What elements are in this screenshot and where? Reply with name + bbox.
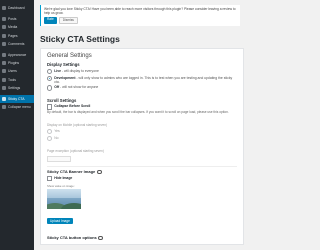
sidebar-item-dashboard[interactable]: Dashboard xyxy=(0,4,34,12)
sidebar-item-tools[interactable]: Tools xyxy=(0,76,34,84)
sidebar-item-label: Comments xyxy=(8,41,25,46)
plugin-icon xyxy=(2,61,6,66)
mobile-display-label: Display on Mobile (optional starting sev… xyxy=(47,122,108,127)
sidebar-item-media[interactable]: Media xyxy=(0,23,34,31)
sidebar-item-label: Settings xyxy=(8,85,21,90)
divider xyxy=(47,165,237,167)
banner-preview-image xyxy=(47,189,81,210)
radio-development[interactable] xyxy=(47,75,53,82)
sidebar-item-sticky-cta[interactable]: Sticky CTA xyxy=(0,94,34,104)
notice-text: We're glad you love Sticky CTA! Have you… xyxy=(44,7,236,15)
radio-off-desc: - will not show for anyone xyxy=(60,85,99,90)
rate-button[interactable]: Rate xyxy=(44,17,57,25)
button-options-title-text: Sticky CTA button options xyxy=(47,235,97,241)
dashboard-icon xyxy=(2,6,6,11)
sidebar-item-label: Media xyxy=(8,25,18,30)
mobile-yes-row[interactable]: Yes xyxy=(47,128,237,135)
button-options-title: Sticky CTA button options xyxy=(47,235,237,240)
wrench-icon xyxy=(2,77,6,82)
preview-label: Show value on image: xyxy=(47,184,75,189)
users-icon xyxy=(2,69,6,74)
sidebar-item-appearance[interactable]: Appearance xyxy=(0,51,34,59)
hide-image-checkbox[interactable] xyxy=(47,176,53,182)
radio-development-desc: - will only show to admins who are logge… xyxy=(54,75,233,84)
sidebar-item-label: Posts xyxy=(8,17,17,22)
cta-icon xyxy=(2,96,6,101)
page-exception-label: Page exception (optional starting seven) xyxy=(47,149,104,154)
radio-live-row[interactable]: Live - will display to everyone xyxy=(47,68,237,75)
sidebar-item-label: Pages xyxy=(8,33,18,38)
mobile-no-label: No xyxy=(54,135,59,140)
media-icon xyxy=(2,25,6,30)
radio-live-label: Live xyxy=(54,68,61,73)
sidebar-item-label: Tools xyxy=(8,77,16,82)
radio-development-row[interactable]: Development - will only show to admins w… xyxy=(47,76,237,84)
general-settings-card: General Settings Display Settings Live -… xyxy=(40,48,244,246)
info-icon xyxy=(96,169,102,175)
main-content: We're glad you love Sticky CTA! Have you… xyxy=(34,0,250,250)
pin-icon xyxy=(2,17,6,22)
page-exception-field[interactable] xyxy=(47,156,71,162)
card-heading: General Settings xyxy=(47,53,92,60)
sidebar-item-label: Collapse menu xyxy=(8,105,31,110)
page-icon xyxy=(2,33,6,38)
sidebar-item-plugins[interactable]: Plugins xyxy=(0,59,34,67)
radio-off-label: Off xyxy=(54,85,60,90)
hide-image-label: Hide Image xyxy=(54,175,73,180)
review-notice: We're glad you love Sticky CTA! Have you… xyxy=(40,5,240,27)
scroll-settings-desc: By default, the bar is displayed and whe… xyxy=(47,109,229,114)
sidebar-item-users[interactable]: Users xyxy=(0,67,34,75)
collapse-before-scroll-label: Collapse Before Scroll xyxy=(54,104,91,109)
banner-image-title: Sticky CTA Banner Image xyxy=(47,169,237,174)
mobile-yes-label: Yes xyxy=(54,128,60,133)
sidebar-item-pages[interactable]: Pages xyxy=(0,32,34,40)
display-settings-title: Display Settings xyxy=(47,62,80,68)
hide-image-row[interactable]: Hide Image xyxy=(47,175,237,182)
sidebar-item-comments[interactable]: Comments xyxy=(0,40,34,48)
sidebar-item-label: Dashboard xyxy=(8,6,25,11)
sidebar-item-label: Users xyxy=(8,69,17,74)
radio-live[interactable] xyxy=(47,69,53,75)
scroll-settings-title: Scroll Settings xyxy=(47,97,77,103)
brush-icon xyxy=(2,53,6,58)
collapse-icon xyxy=(2,105,6,110)
sidebar-item-settings[interactable]: Settings xyxy=(0,84,34,92)
admin-sidebar: Dashboard Posts Media Pages Comments Appearan… xyxy=(0,0,34,250)
banner-image-title-text: Sticky CTA Banner Image xyxy=(47,169,96,175)
collapse-before-scroll-row[interactable]: Collapse Before Scroll xyxy=(47,104,237,110)
upload-image-button[interactable]: Upload Image xyxy=(47,218,73,225)
settings-icon xyxy=(2,85,6,90)
sidebar-item-label: Sticky CTA xyxy=(8,96,25,101)
sidebar-item-label: Appearance xyxy=(8,53,27,58)
comment-icon xyxy=(2,41,6,46)
radio-mobile-yes[interactable] xyxy=(47,129,53,135)
radio-live-desc: - will display to everyone xyxy=(61,68,99,73)
page-title: Sticky CTA Settings xyxy=(40,34,120,45)
sidebar-item-collapse-menu[interactable]: Collapse menu xyxy=(0,103,34,111)
sidebar-item-label: Plugins xyxy=(8,61,20,66)
radio-off[interactable] xyxy=(47,85,53,91)
collapse-before-scroll-checkbox[interactable] xyxy=(47,104,53,110)
info-icon xyxy=(98,235,104,241)
dismiss-button[interactable]: Dismiss xyxy=(58,17,78,25)
sidebar-item-posts[interactable]: Posts xyxy=(0,15,34,23)
